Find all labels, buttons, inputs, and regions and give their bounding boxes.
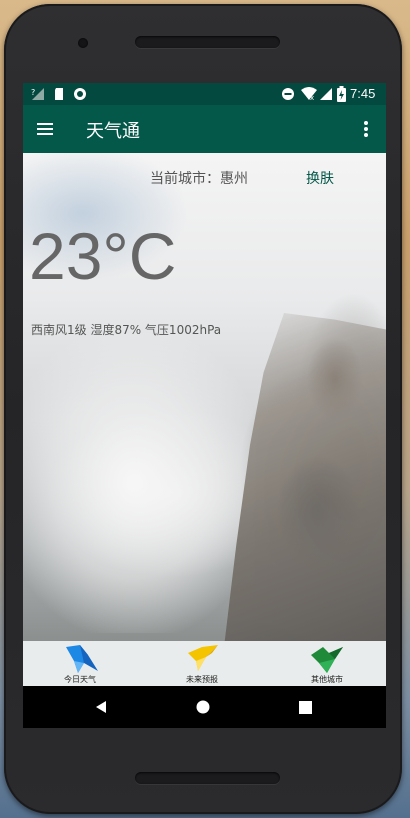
green-bird-icon: [311, 647, 343, 673]
front-camera: [78, 38, 88, 48]
do-not-disturb-icon: [282, 88, 294, 100]
app-bar: 天气通: [23, 105, 386, 153]
weather-details: 西南风1级 湿度87% 气压1002hPa: [31, 323, 222, 337]
sync-icon: [74, 88, 86, 100]
overflow-menu-button[interactable]: [354, 117, 378, 141]
back-icon[interactable]: [94, 700, 108, 714]
battery-charging-icon: [337, 86, 346, 102]
nav-item-today[interactable]: 今日天气: [47, 641, 117, 686]
status-bar: ? x 7:45: [23, 83, 386, 105]
yellow-bird-icon: [188, 645, 218, 671]
change-skin-button[interactable]: 换肤: [306, 168, 334, 188]
nav-label-today: 今日天气: [64, 675, 96, 684]
signal-unknown-icon: ?: [31, 88, 44, 100]
hamburger-menu-icon: [37, 123, 53, 135]
recents-icon[interactable]: [299, 701, 312, 714]
svg-text:x: x: [310, 94, 314, 101]
nav-label-forecast: 未来预报: [186, 675, 218, 684]
blue-bird-icon: [66, 645, 98, 673]
svg-text:?: ?: [31, 88, 35, 97]
top-speaker: [135, 36, 280, 48]
nav-item-other-cities[interactable]: 其他城市: [293, 641, 365, 686]
nav-label-other-cities: 其他城市: [311, 675, 343, 684]
current-city-label: 当前城市：惠州: [150, 171, 248, 187]
home-icon[interactable]: [196, 700, 210, 714]
device-screen: ? x 7:45 天气通 当前城市：惠州 换肤 23°C 西南风1级 湿度87%…: [23, 83, 386, 728]
status-time: 7:45: [350, 86, 376, 101]
temperature-display: 23°C: [29, 219, 177, 293]
wifi-icon: x: [301, 87, 317, 101]
background-mist: [23, 333, 263, 633]
weather-content: 当前城市：惠州 换肤 23°C 西南风1级 湿度87% 气压1002hPa: [23, 153, 386, 641]
sim-card-icon: [55, 88, 63, 100]
system-navigation-bar: [23, 686, 386, 728]
nav-item-forecast[interactable]: 未来预报: [168, 641, 240, 686]
menu-button[interactable]: [33, 117, 57, 141]
bottom-navigation: 今日天气 未来预报 其他城市: [23, 641, 386, 686]
app-title: 天气通: [86, 121, 140, 142]
mobile-signal-icon: [320, 88, 332, 100]
more-vert-icon: [364, 121, 368, 137]
bottom-speaker: [135, 772, 280, 784]
